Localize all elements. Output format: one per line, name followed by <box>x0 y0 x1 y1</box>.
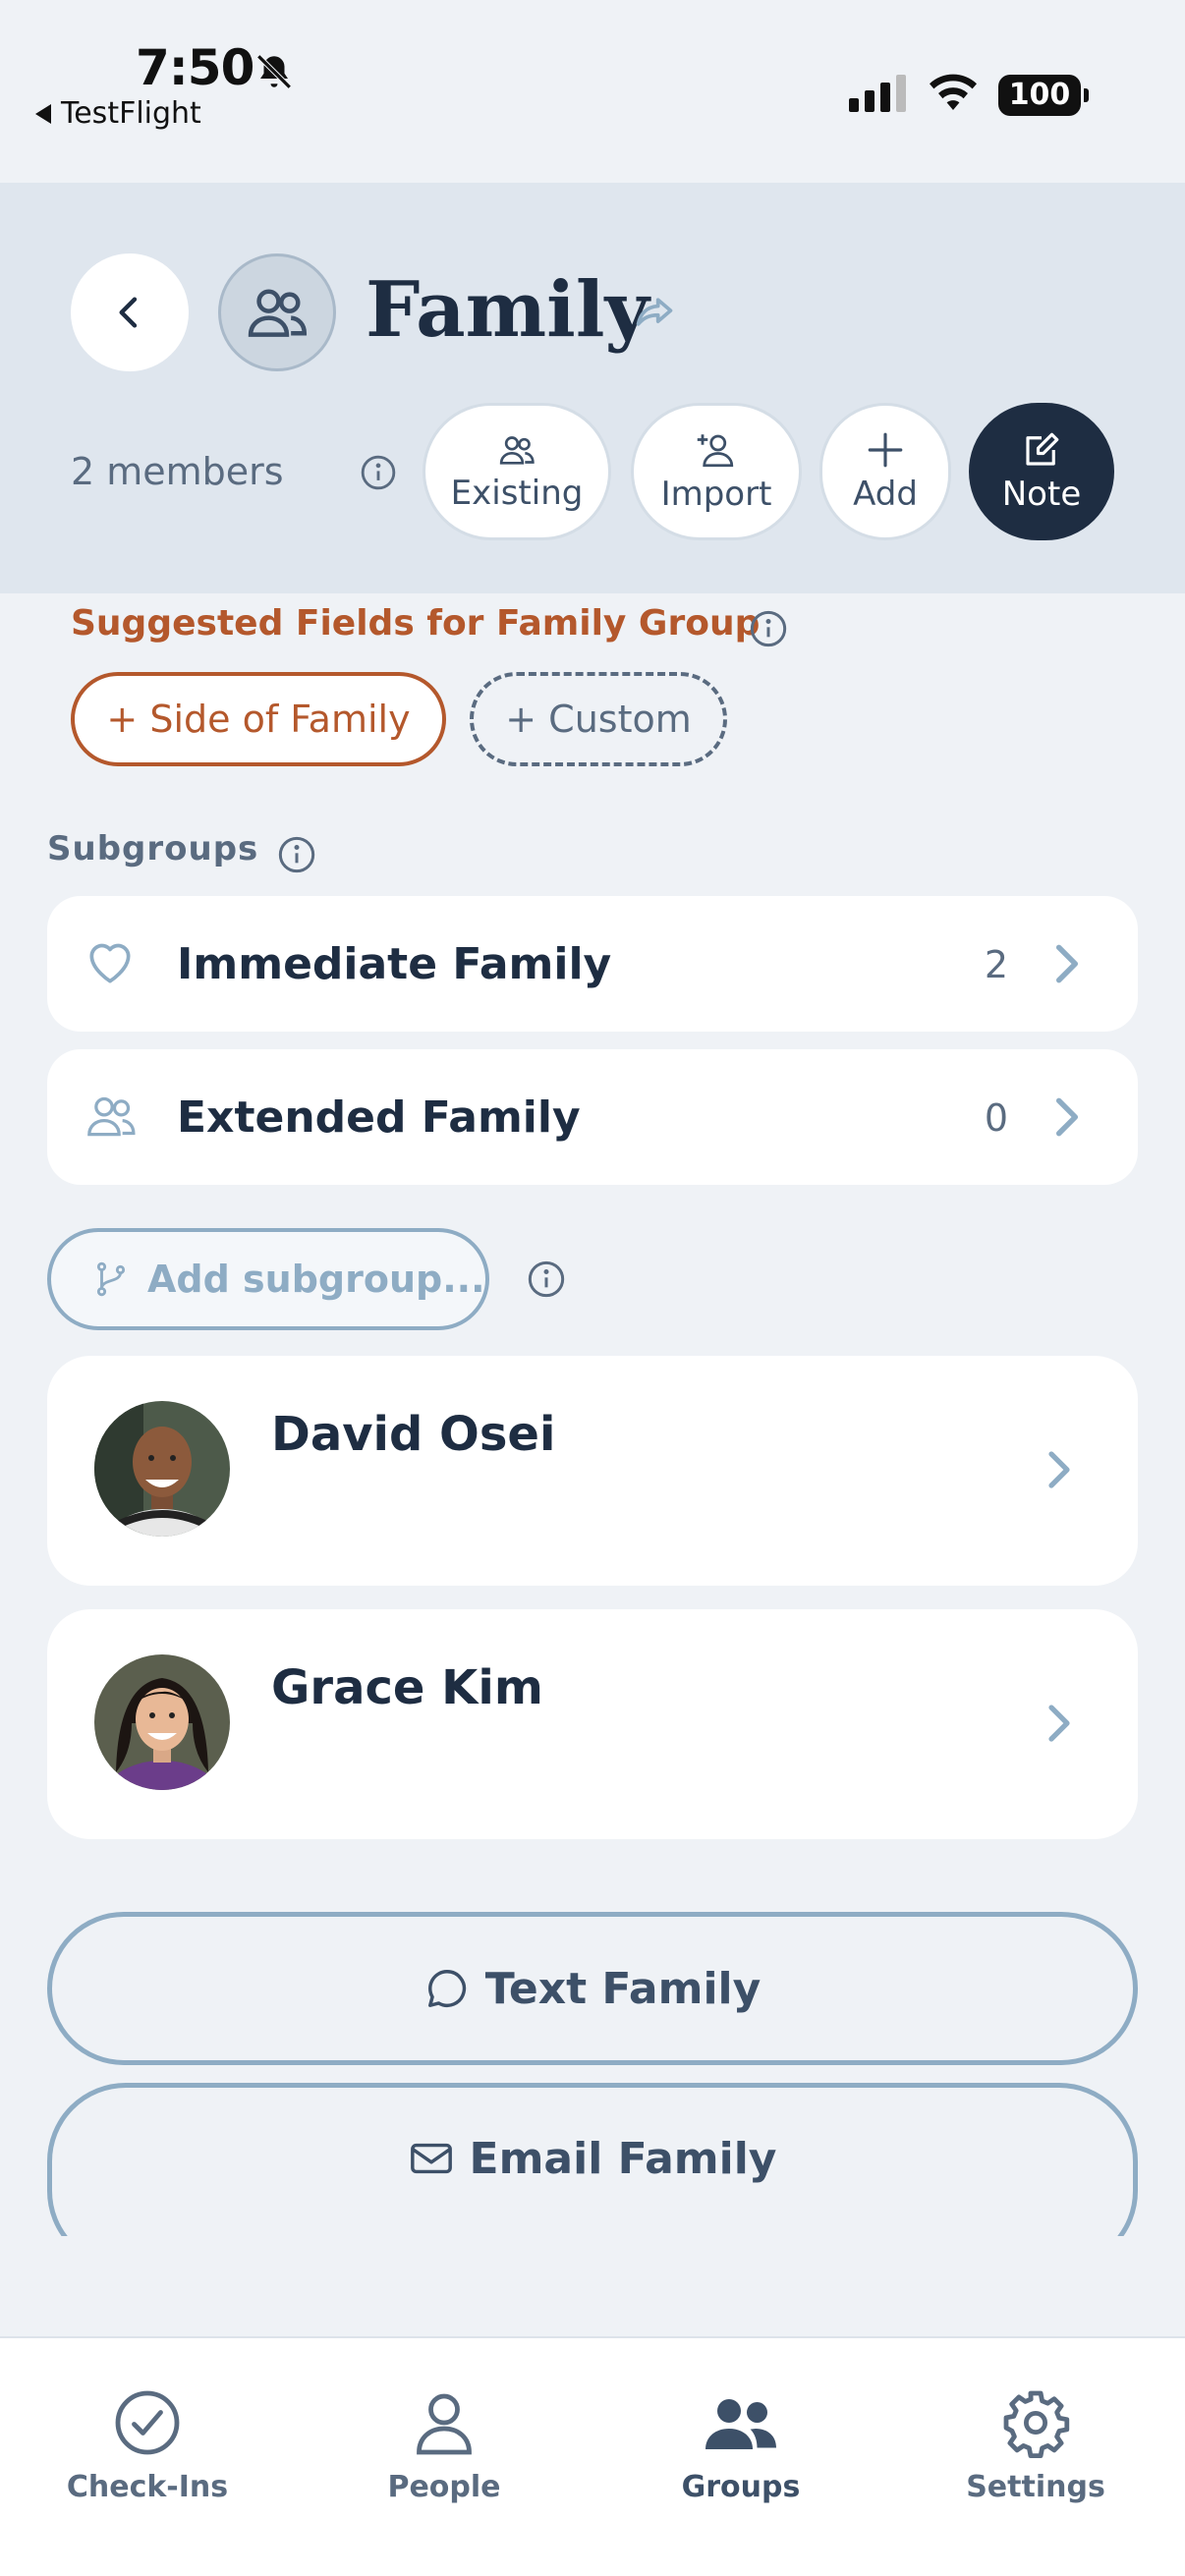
people-icon <box>499 436 535 465</box>
info-icon[interactable] <box>277 835 316 874</box>
email-family-button[interactable]: Email Family <box>47 2083 1138 2236</box>
people-icon <box>87 1096 136 1137</box>
avatar <box>94 1654 230 1790</box>
edit-note-icon <box>1026 432 1059 466</box>
subgroup-immediate-family[interactable]: Immediate Family 2 <box>47 896 1138 1032</box>
member-name: David Osei <box>271 1407 556 1462</box>
tab-check-ins[interactable]: Check-Ins <box>29 2387 265 2504</box>
chevron-right-icon <box>1055 1097 1079 1137</box>
email-family-content: Email Family <box>409 2133 777 2184</box>
text-family-label: Text Family <box>484 1963 762 2014</box>
back-button[interactable] <box>71 253 189 371</box>
wifi-icon <box>930 74 977 110</box>
subgroup-name: Immediate Family <box>177 939 612 989</box>
bell-muted-icon <box>256 54 292 89</box>
chevron-right-icon <box>1048 1705 1070 1742</box>
back-triangle-icon <box>35 103 51 124</box>
member-row[interactable]: Grace Kim <box>47 1609 1138 1839</box>
status-bar: 7:50 TestFlight 100 <box>0 0 1185 183</box>
email-family-clip: Email Family <box>0 2083 1185 2236</box>
avatar <box>94 1401 230 1537</box>
subgroup-extended-family[interactable]: Extended Family 0 <box>47 1049 1138 1185</box>
existing-label: Existing <box>450 474 584 513</box>
tab-label: Groups <box>681 2470 801 2504</box>
custom-field-chip[interactable]: + Custom <box>470 672 727 766</box>
import-label: Import <box>660 475 772 514</box>
text-family-button[interactable]: Text Family <box>47 1912 1138 2065</box>
people-icon <box>248 289 308 337</box>
subgroup-name: Extended Family <box>177 1092 581 1143</box>
side-of-family-chip[interactable]: + Side of Family <box>71 672 446 766</box>
tab-groups[interactable]: Groups <box>623 2387 859 2504</box>
chat-bubble-icon <box>427 1970 466 2007</box>
suggested-fields-title: Suggested Fields for Family Group <box>71 603 761 644</box>
branch-icon <box>96 1261 126 1297</box>
info-icon[interactable] <box>360 454 397 491</box>
add-label: Add <box>853 475 918 514</box>
note-button[interactable]: Note <box>969 403 1114 540</box>
add-subgroup-label: Add subgroup... <box>147 1258 485 1301</box>
subgroup-count: 2 <box>984 943 1008 986</box>
info-icon[interactable] <box>749 609 788 648</box>
mail-icon <box>410 2143 452 2174</box>
subgroups-heading: Subgroups <box>47 829 259 868</box>
add-button[interactable]: Add <box>819 403 951 540</box>
note-label: Note <box>1001 475 1082 514</box>
person-icon <box>417 2393 472 2455</box>
member-count: 2 members <box>71 450 284 493</box>
email-family-label: Email Family <box>469 2133 777 2184</box>
gear-icon <box>1003 2390 1070 2458</box>
group-avatar <box>218 253 336 371</box>
subgroup-count: 0 <box>984 1096 1008 1140</box>
chevron-left-icon <box>119 297 138 328</box>
chevron-right-icon <box>1048 1451 1070 1488</box>
info-icon[interactable] <box>527 1260 566 1299</box>
member-row[interactable]: David Osei <box>47 1356 1138 1586</box>
tab-label: Settings <box>966 2470 1105 2504</box>
tab-bar: Check-Ins People Groups Settings <box>0 2336 1185 2576</box>
add-subgroup-button[interactable]: Add subgroup... <box>47 1228 489 1330</box>
page-title: Family <box>366 265 649 355</box>
add-person-icon <box>697 434 734 468</box>
chevron-right-icon <box>1055 944 1079 983</box>
battery-indicator: 100 <box>998 75 1089 116</box>
status-time: 7:50 <box>136 39 254 96</box>
existing-button[interactable]: Existing <box>423 403 611 540</box>
groups-icon <box>705 2399 776 2449</box>
check-circle-icon <box>115 2390 180 2455</box>
share-icon[interactable] <box>633 291 676 334</box>
cellular-signal-icon <box>849 75 906 112</box>
heart-icon <box>89 943 131 983</box>
plus-icon <box>868 432 903 468</box>
tab-label: People <box>387 2470 501 2504</box>
tab-label: Check-Ins <box>66 2470 229 2504</box>
import-button[interactable]: Import <box>631 403 802 540</box>
tab-people[interactable]: People <box>326 2387 562 2504</box>
back-app-label: TestFlight <box>61 96 201 131</box>
back-to-testflight[interactable]: TestFlight <box>35 96 201 131</box>
group-header: Family 2 members Existing Import Add Not… <box>0 183 1185 593</box>
member-name: Grace Kim <box>271 1660 543 1715</box>
tab-settings[interactable]: Settings <box>918 2387 1154 2504</box>
